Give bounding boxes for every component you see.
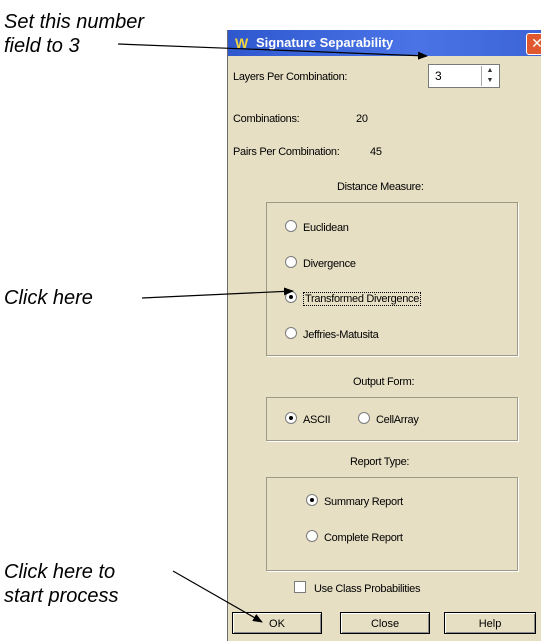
radio-cellarray[interactable]: CellArray <box>358 412 419 426</box>
radio-divergence-icon <box>285 256 297 268</box>
annotation-click-here: Click here <box>4 287 93 309</box>
app-icon: W <box>235 35 249 51</box>
report-type-label: Report Type: <box>350 456 410 468</box>
radio-transformed-divergence-icon <box>285 291 297 303</box>
annotation-click-start: Click here to start process <box>4 561 119 607</box>
checkbox-icon <box>294 581 306 593</box>
window-title: Signature Separability <box>256 35 394 50</box>
radio-summary-report-icon <box>306 494 318 506</box>
radio-jeffries-matusita[interactable]: Jeffries-Matusita <box>285 327 379 341</box>
stepper-up-icon[interactable]: ▲ <box>482 66 498 76</box>
close-window-button[interactable]: ✕ <box>526 33 541 55</box>
radio-cellarray-icon <box>358 412 370 424</box>
output-form-label: Output Form: <box>353 376 415 388</box>
pairs-per-combination-value: 45 <box>370 146 382 158</box>
radio-summary-report[interactable]: Summary Report <box>306 494 403 508</box>
layers-per-combination-value[interactable]: 3 <box>435 69 442 83</box>
distance-measure-label: Distance Measure: <box>337 181 424 193</box>
use-class-probabilities-checkbox[interactable]: Use Class Probabilities <box>294 581 421 595</box>
radio-jeffries-matusita-icon <box>285 327 297 339</box>
combinations-value: 20 <box>356 113 368 125</box>
radio-euclidean-label: Euclidean <box>303 222 349 234</box>
radio-cellarray-label: CellArray <box>376 414 419 426</box>
annotation-set-field: Set this number field to 3 <box>4 11 145 57</box>
radio-ascii[interactable]: ASCII <box>285 412 331 426</box>
radio-complete-report-icon <box>306 530 318 542</box>
radio-divergence-label: Divergence <box>303 258 356 270</box>
help-button[interactable]: Help <box>444 612 536 634</box>
layers-per-combination-label: Layers Per Combination: <box>233 71 348 83</box>
combinations-label: Combinations: <box>233 113 300 125</box>
radio-euclidean-icon <box>285 220 297 232</box>
use-class-probabilities-label: Use Class Probabilities <box>314 583 421 595</box>
ok-button[interactable]: OK <box>232 612 322 634</box>
radio-summary-report-label: Summary Report <box>324 496 403 508</box>
layers-per-combination-stepper[interactable]: 3 ▲ ▼ <box>428 64 500 88</box>
radio-divergence[interactable]: Divergence <box>285 256 356 270</box>
report-type-group <box>266 477 518 571</box>
radio-jeffries-matusita-label: Jeffries-Matusita <box>303 329 379 341</box>
radio-complete-report[interactable]: Complete Report <box>306 530 403 544</box>
stepper-down-icon[interactable]: ▼ <box>482 76 498 86</box>
radio-ascii-icon <box>285 412 297 424</box>
pairs-per-combination-label: Pairs Per Combination: <box>233 146 340 158</box>
radio-euclidean[interactable]: Euclidean <box>285 220 349 234</box>
radio-ascii-label: ASCII <box>303 414 331 426</box>
radio-complete-report-label: Complete Report <box>324 532 403 544</box>
radio-transformed-divergence[interactable]: Transformed Divergence <box>285 291 422 306</box>
title-bar[interactable]: W Signature Separability ✕ <box>228 30 541 56</box>
stepper-buttons: ▲ ▼ <box>481 66 498 86</box>
signature-separability-dialog: W Signature Separability ✕ Layers Per Co… <box>227 30 541 641</box>
close-button[interactable]: Close <box>340 612 430 634</box>
radio-transformed-divergence-label: Transformed Divergence <box>303 292 422 306</box>
